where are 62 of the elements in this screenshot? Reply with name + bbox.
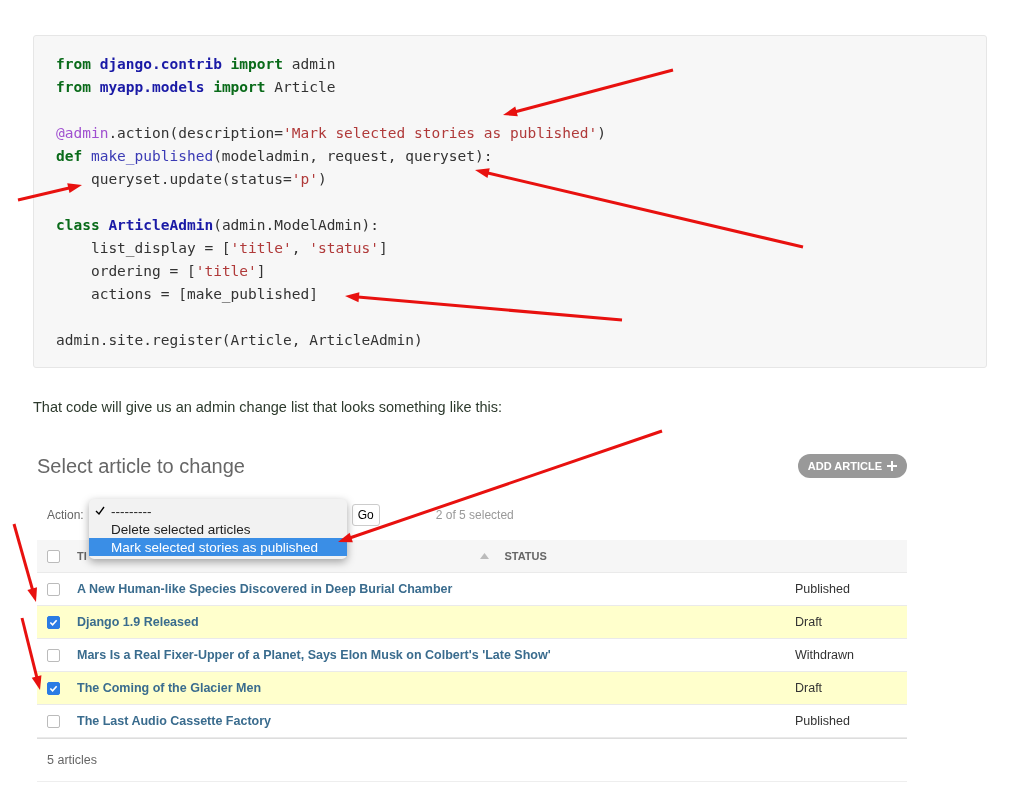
code-token: ArticleAdmin <box>108 217 214 233</box>
code-token: 'Mark selected stories as published' <box>283 125 598 141</box>
code-token: django.contrib <box>99 56 223 72</box>
code-token: import <box>213 79 266 95</box>
code-token: ) <box>597 125 606 141</box>
code-token: actions = [make_published] <box>89 286 318 302</box>
code-token: (modeladmin, request, queryset): <box>213 148 493 164</box>
selection-count: 2 of 5 selected <box>435 508 514 522</box>
action-label: Action: <box>47 508 84 522</box>
status-cell-text: Withdrawn <box>795 648 856 662</box>
dropdown-option[interactable]: Delete selected articles <box>89 520 347 538</box>
code-token: make_published <box>90 148 214 164</box>
code-token: list_display = [ <box>89 240 231 256</box>
plus-icon <box>887 461 897 471</box>
annotation-arrow <box>17 183 82 202</box>
code-token: 'title' <box>230 240 292 256</box>
status-cell-text: Draft <box>795 681 824 695</box>
code-token: queryset.update(status= <box>89 171 292 187</box>
row-checkbox[interactable] <box>47 681 60 695</box>
code-token: ordering = [ <box>89 263 196 279</box>
code-token: ] <box>379 240 388 256</box>
code-token: 'p' <box>291 171 318 187</box>
code-token: class <box>56 217 101 233</box>
column-header[interactable]: STATUS <box>504 550 907 562</box>
article-link[interactable]: The Last Audio Cassette Factory <box>77 714 795 728</box>
article-link[interactable]: Django 1.9 Released <box>77 615 795 629</box>
article-link[interactable]: The Coming of the Glacier Men <box>77 681 795 695</box>
code-token: from <box>56 79 92 95</box>
code-token: .action(description= <box>108 125 283 141</box>
row-checkbox[interactable] <box>47 615 60 629</box>
go-button[interactable]: Go <box>351 504 380 526</box>
row-checkbox[interactable] <box>47 714 60 728</box>
code-token: myapp.models <box>99 79 206 95</box>
code-token: ] <box>256 263 266 279</box>
article-link[interactable]: A New Human-like Species Discovered in Deep Burial Chamber <box>77 582 795 596</box>
select-all-checkbox[interactable] <box>47 549 60 563</box>
code-token: ) <box>317 171 327 187</box>
status-cell-text: Published <box>795 582 851 596</box>
code-token: admin <box>290 56 336 72</box>
result-count: 5 articles <box>47 753 98 767</box>
row-checkbox[interactable] <box>47 582 60 596</box>
code-token: import <box>230 56 283 72</box>
article-link[interactable]: Mars Is a Real Fixer-Upper of a Planet, Says Elon Musk on Colbert's 'Late Show' <box>77 648 795 662</box>
body-paragraph: That code will give us an admin change list that looks something like this: <box>33 399 503 415</box>
code-token: , <box>291 240 302 256</box>
page-title: Select article to change <box>37 454 245 478</box>
code-token: 'title' <box>195 263 257 279</box>
code-token: (admin.ModelAdmin): <box>213 217 380 233</box>
code-token: Article <box>273 79 336 95</box>
code-token: def <box>56 148 84 164</box>
dropdown-option[interactable]: Mark selected stories as published <box>89 538 347 556</box>
checkmark-icon <box>95 506 105 516</box>
code-token: admin.site.register(Article, ArticleAdmin) <box>56 332 423 348</box>
sort-icon[interactable] <box>479 553 489 559</box>
add-article-button[interactable]: ADD ARTICLE <box>797 454 907 478</box>
code-token: from <box>56 56 92 72</box>
code-token: @admin <box>56 125 109 141</box>
row-checkbox[interactable] <box>47 648 60 662</box>
status-cell-text: Published <box>795 714 851 728</box>
status-cell-text: Draft <box>795 615 824 629</box>
dropdown-option[interactable]: --------- <box>89 502 347 520</box>
code-token: 'status' <box>309 240 380 256</box>
